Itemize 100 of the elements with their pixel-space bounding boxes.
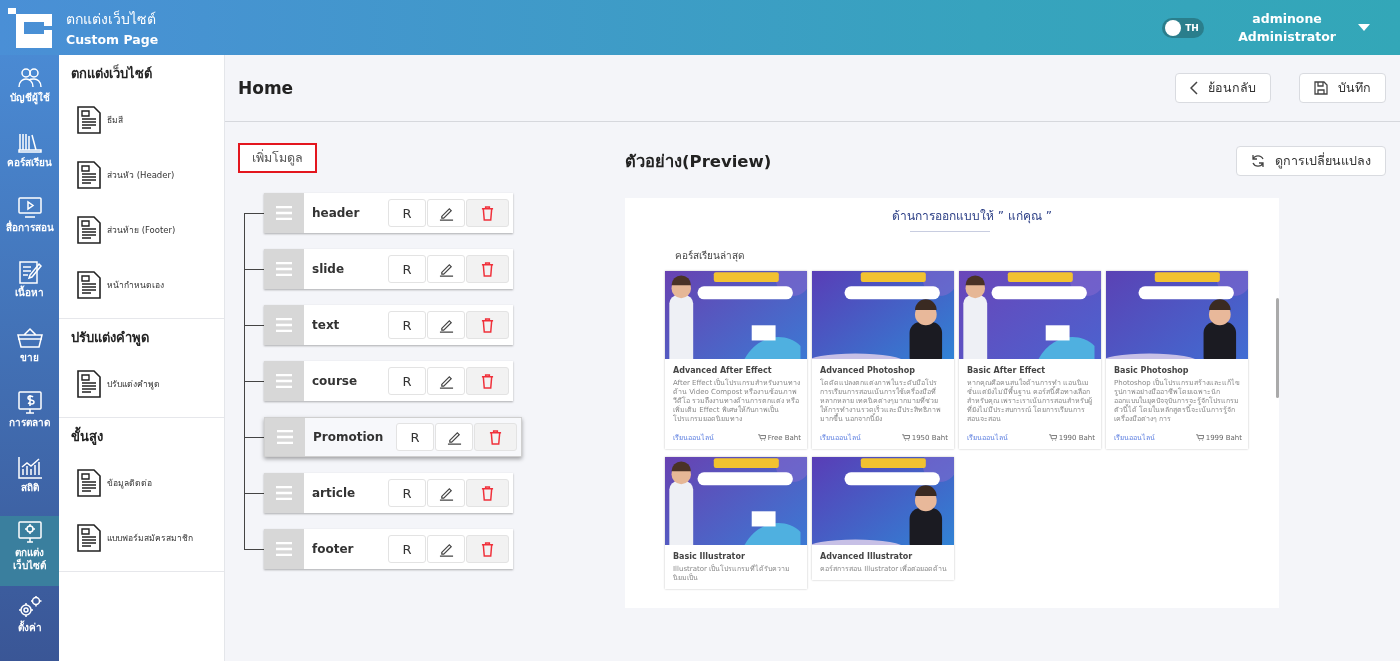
submenu-item[interactable]: หน้ากำหนดเอง — [71, 257, 224, 312]
submenu-item[interactable]: แบบฟอร์มสมัครสมาชิก — [71, 510, 224, 565]
menu-icon — [276, 262, 292, 276]
drag-handle[interactable] — [264, 305, 304, 345]
user-role: Administrator — [1238, 27, 1336, 46]
tagline: ด้านการออกแบบให้ ” แก่คุณ ” — [891, 208, 1053, 225]
chevron-left-icon — [1190, 81, 1198, 95]
course-title: Advanced Illustrator — [820, 552, 914, 561]
gears-icon — [16, 595, 43, 619]
nav-item[interactable]: ตกแต่งเว็บไซต์ — [0, 516, 59, 586]
document-icon — [77, 523, 101, 552]
r-button[interactable]: R — [396, 423, 434, 451]
nav-item[interactable]: บัญชีผู้ใช้ — [0, 61, 59, 121]
pencil-icon — [446, 429, 462, 445]
edit-button[interactable] — [435, 423, 473, 451]
delete-button[interactable] — [466, 311, 509, 339]
drag-handle[interactable] — [264, 473, 304, 513]
edit-button[interactable] — [427, 199, 465, 227]
menu-icon — [277, 430, 293, 444]
r-button[interactable]: R — [388, 255, 426, 283]
submenu-item[interactable]: ปรับแต่งคำพูด — [71, 356, 224, 411]
nav-item[interactable]: สื่อการสอน — [0, 191, 59, 251]
nav-item[interactable]: สถิติ — [0, 451, 59, 511]
monitor-gear-icon — [16, 520, 43, 544]
module-name: Promotion — [312, 430, 385, 444]
edit-button[interactable] — [427, 311, 465, 339]
save-button[interactable]: บันทึก — [1299, 73, 1386, 103]
edit-button[interactable] — [427, 367, 465, 395]
trash-icon — [481, 261, 494, 277]
module-name: article — [311, 486, 357, 500]
section-heading: ปรับแต่งคำพูด — [71, 329, 150, 348]
nav-item[interactable]: การตลาด — [0, 386, 59, 446]
trash-icon — [481, 541, 494, 557]
logo-icon — [8, 7, 52, 48]
r-button[interactable]: R — [388, 479, 426, 507]
monitor-dollar-icon — [16, 390, 43, 414]
document-pencil-icon — [16, 260, 43, 284]
module-name: course — [311, 374, 359, 388]
pencil-icon — [438, 205, 454, 221]
r-button[interactable]: R — [388, 311, 426, 339]
preview-title: ตัวอย่าง(Preview) — [625, 151, 772, 173]
nav-item[interactable]: ขาย — [0, 321, 59, 381]
r-button[interactable]: R — [388, 535, 426, 563]
app-subtitle: Custom Page — [66, 32, 159, 47]
delete-button[interactable] — [466, 367, 509, 395]
menu-icon — [276, 486, 292, 500]
pencil-icon — [438, 373, 454, 389]
module-name: header — [311, 206, 361, 220]
scrollbar[interactable] — [1276, 298, 1279, 398]
module-name: text — [311, 318, 341, 332]
trash-icon — [481, 485, 494, 501]
course-title: Basic Illustrator — [673, 552, 746, 561]
drag-handle[interactable] — [264, 249, 304, 289]
section-heading: ขั้นสูง — [71, 426, 224, 447]
drag-handle[interactable] — [264, 529, 304, 569]
course-card[interactable] — [665, 271, 807, 449]
menu-icon — [276, 542, 292, 556]
monitor-play-icon — [16, 195, 43, 219]
trash-icon — [489, 429, 502, 445]
menu-icon — [276, 206, 292, 220]
document-icon — [77, 160, 101, 189]
trash-icon — [481, 317, 494, 333]
submenu-item[interactable]: ส่วนหัว (Header) — [71, 147, 224, 202]
trash-icon — [481, 205, 494, 221]
r-button[interactable]: R — [388, 199, 426, 227]
nav-item[interactable]: คอร์สเรียน — [0, 126, 59, 186]
submenu-item[interactable]: ส่วนท้าย (Footer) — [71, 202, 224, 257]
cart-icon — [1195, 434, 1204, 441]
delete-button[interactable] — [466, 199, 509, 227]
add-module-button[interactable]: เพิ่มโมดูล — [238, 143, 317, 173]
r-button[interactable]: R — [388, 367, 426, 395]
pencil-icon — [438, 261, 454, 277]
document-icon — [77, 270, 101, 299]
submenu-item[interactable]: ธีมสี — [71, 92, 224, 147]
course-title: Advanced After Effect — [673, 366, 773, 375]
cart-icon — [1048, 434, 1057, 441]
language-toggle[interactable]: TH — [1162, 17, 1205, 38]
drag-handle[interactable] — [264, 193, 304, 233]
caret-icon[interactable] — [1358, 24, 1370, 31]
delete-button[interactable] — [474, 423, 517, 451]
pencil-icon — [438, 317, 454, 333]
submenu-item[interactable]: ข้อมูลติดต่อ — [71, 455, 224, 510]
nav-item[interactable]: เนื้อหา — [0, 256, 59, 316]
drag-handle[interactable] — [264, 361, 304, 401]
drag-handle[interactable] — [265, 418, 305, 456]
edit-button[interactable] — [427, 479, 465, 507]
pencil-icon — [438, 541, 454, 557]
back-button[interactable]: ย้อนกลับ — [1175, 73, 1271, 103]
delete-button[interactable] — [466, 535, 509, 563]
menu-icon — [276, 318, 292, 332]
course-title: Advanced Photoshop — [820, 366, 916, 375]
delete-button[interactable] — [466, 255, 509, 283]
course-title: Basic Photoshop — [1114, 366, 1190, 375]
course-title: Basic After Effect — [967, 366, 1047, 375]
document-icon — [77, 369, 101, 398]
edit-button[interactable] — [427, 255, 465, 283]
delete-button[interactable] — [466, 479, 509, 507]
edit-button[interactable] — [427, 535, 465, 563]
nav-item[interactable]: ตั้งค่า — [0, 591, 59, 651]
refresh-button[interactable]: ดูการเปลี่ยนแปลง — [1236, 146, 1386, 176]
